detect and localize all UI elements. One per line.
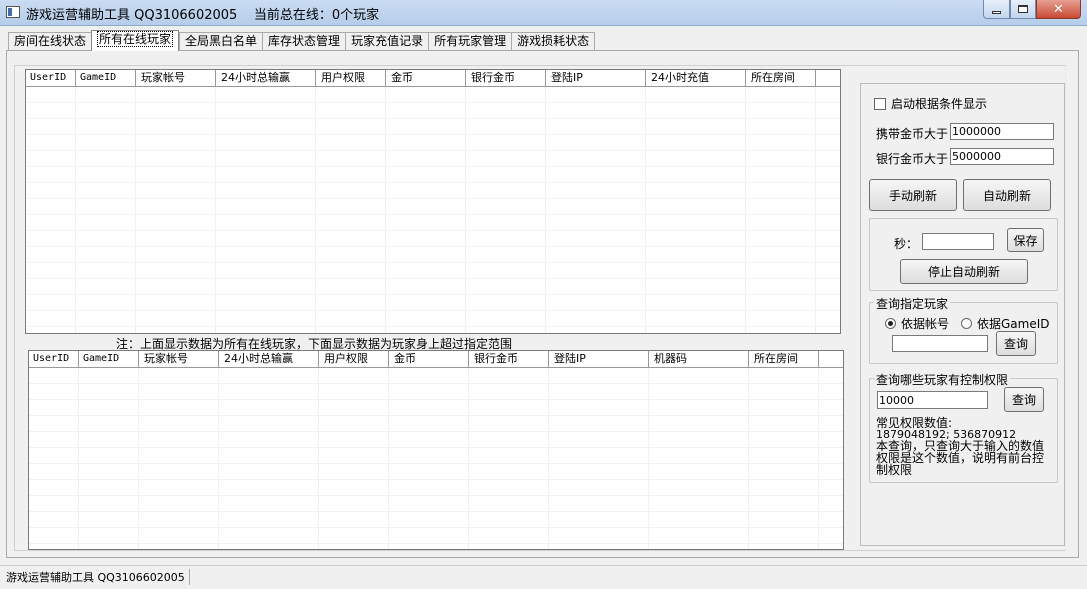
- col-header[interactable]: 登陆IP: [549, 351, 649, 367]
- col-header[interactable]: 银行金币: [466, 70, 546, 86]
- grid-col-line: [26, 87, 76, 333]
- grid-col-line: [466, 87, 546, 333]
- tab-global-blackwhite-list[interactable]: 全局黑白名单: [179, 32, 263, 51]
- checkbox-label: 启动根据条件显示: [891, 97, 988, 111]
- app-icon: [6, 6, 20, 18]
- carry-gold-input[interactable]: [950, 123, 1054, 140]
- radio-button[interactable]: [961, 318, 972, 329]
- close-icon: ✕: [1053, 1, 1064, 17]
- stop-auto-refresh-button[interactable]: 停止自动刷新: [900, 259, 1028, 284]
- close-button[interactable]: ✕: [1036, 0, 1081, 19]
- manual-refresh-button[interactable]: 手动刷新: [869, 179, 957, 211]
- tab-recharge-records[interactable]: 玩家充值记录: [345, 32, 429, 51]
- query-control-button[interactable]: 查询: [1004, 387, 1044, 412]
- grid-col-line: [29, 368, 79, 549]
- col-header[interactable]: UserID: [29, 351, 79, 367]
- minimize-button[interactable]: [983, 0, 1010, 19]
- tab-game-loss-status[interactable]: 游戏损耗状态: [511, 32, 596, 51]
- grid-col-line: [319, 368, 389, 549]
- grid-col-line: [549, 368, 649, 549]
- save-button[interactable]: 保存: [1007, 228, 1044, 252]
- col-header[interactable]: 玩家帐号: [139, 351, 219, 367]
- col-header[interactable]: GameID: [76, 70, 136, 86]
- tab-room-online-status[interactable]: 房间在线状态: [8, 32, 92, 51]
- over-limit-players-grid[interactable]: UserID GameID 玩家帐号 24小时总输赢 用户权限 金币 银行金币 …: [28, 350, 844, 550]
- query-player-input[interactable]: [892, 335, 988, 352]
- radio-label: 依据GameID: [977, 317, 1050, 331]
- col-header[interactable]: 用户权限: [316, 70, 386, 86]
- title-bar[interactable]: 游戏运营辅助工具 QQ3106602005 当前总在线：0个玩家 ✕: [0, 0, 1087, 26]
- col-header[interactable]: 所在房间: [749, 351, 819, 367]
- grid-col-line: [646, 87, 746, 333]
- col-header[interactable]: GameID: [79, 351, 139, 367]
- query-player-button[interactable]: 查询: [996, 331, 1036, 356]
- grid-col-line: [316, 87, 386, 333]
- bank-gold-label: 银行金币大于: [876, 152, 949, 166]
- checkbox-box[interactable]: [874, 97, 886, 110]
- grid-body: [26, 87, 840, 333]
- grid-col-line: [219, 368, 319, 549]
- radio-button[interactable]: [885, 318, 896, 329]
- col-header[interactable]: 24小时充值: [646, 70, 746, 86]
- seconds-input[interactable]: [922, 233, 994, 250]
- window-title: 游戏运营辅助工具 QQ3106602005 当前总在线：0个玩家: [26, 8, 380, 23]
- grid-col-line: [79, 368, 139, 549]
- radio-by-gameid[interactable]: 依据GameID: [961, 315, 1050, 332]
- col-header[interactable]: 金币: [389, 351, 469, 367]
- tab-all-online-players[interactable]: 所有在线玩家: [91, 30, 180, 51]
- grid-col-line: [749, 368, 819, 549]
- radio-by-account[interactable]: 依据帐号: [885, 315, 949, 332]
- maximize-icon: [1018, 5, 1028, 13]
- enable-filter-checkbox[interactable]: 启动根据条件显示: [874, 95, 987, 112]
- col-header[interactable]: 玩家帐号: [136, 70, 216, 86]
- bank-gold-input[interactable]: [950, 148, 1054, 165]
- tab-label: 所有在线玩家: [97, 31, 174, 47]
- auto-refresh-button[interactable]: 自动刷新: [963, 179, 1051, 211]
- status-text: 游戏运营辅助工具 QQ3106602005: [6, 569, 190, 585]
- tab-all-players-management[interactable]: 所有玩家管理: [428, 32, 512, 51]
- query-control-title: 查询哪些玩家有控制权限: [874, 371, 1011, 388]
- grid-col-line: [746, 87, 816, 333]
- grid-col-line: [76, 87, 136, 333]
- grid-col-line: [469, 368, 549, 549]
- status-bar: 游戏运营辅助工具 QQ3106602005: [0, 565, 1087, 589]
- query-player-title: 查询指定玩家: [874, 295, 951, 312]
- minimize-icon: [992, 10, 1001, 14]
- grid-body: [29, 368, 843, 549]
- window-controls: ✕: [983, 0, 1081, 19]
- col-header[interactable]: 24小时总输赢: [216, 70, 316, 86]
- grid-col-line: [386, 87, 466, 333]
- grid-col-line: [136, 87, 216, 333]
- grid-col-line: [546, 87, 646, 333]
- grid-col-line: [216, 87, 316, 333]
- online-players-grid[interactable]: UserID GameID 玩家帐号 24小时总输赢 用户权限 金币 银行金币 …: [25, 69, 841, 334]
- seconds-label: 秒：: [894, 237, 919, 251]
- col-header[interactable]: 24小时总输赢: [219, 351, 319, 367]
- col-header[interactable]: 登陆IP: [546, 70, 646, 86]
- grid-col-line: [649, 368, 749, 549]
- col-header[interactable]: 所在房间: [746, 70, 816, 86]
- col-header[interactable]: 银行金币: [469, 351, 549, 367]
- tab-strip: 房间在线状态 所有在线玩家 全局黑白名单 库存状态管理 玩家充值记录 所有玩家管…: [8, 30, 596, 51]
- grid-col-line: [389, 368, 469, 549]
- col-header[interactable]: UserID: [26, 70, 76, 86]
- col-header[interactable]: 金币: [386, 70, 466, 86]
- grid-header: UserID GameID 玩家帐号 24小时总输赢 用户权限 金币 银行金币 …: [26, 70, 840, 87]
- carry-gold-label: 携带金币大于: [876, 127, 949, 141]
- maximize-button[interactable]: [1010, 0, 1036, 19]
- query-control-description: 本查询，只查询大于输入的数值权限是这个数值，说明有前台控制权限: [876, 439, 1045, 477]
- radio-label: 依据帐号: [901, 317, 950, 331]
- col-header[interactable]: 用户权限: [319, 351, 389, 367]
- tab-inventory-management[interactable]: 库存状态管理: [262, 32, 346, 51]
- query-control-input[interactable]: [877, 391, 988, 409]
- grid-col-line: [139, 368, 219, 549]
- col-header[interactable]: 机器码: [649, 351, 749, 367]
- grid-header: UserID GameID 玩家帐号 24小时总输赢 用户权限 金币 银行金币 …: [29, 351, 843, 368]
